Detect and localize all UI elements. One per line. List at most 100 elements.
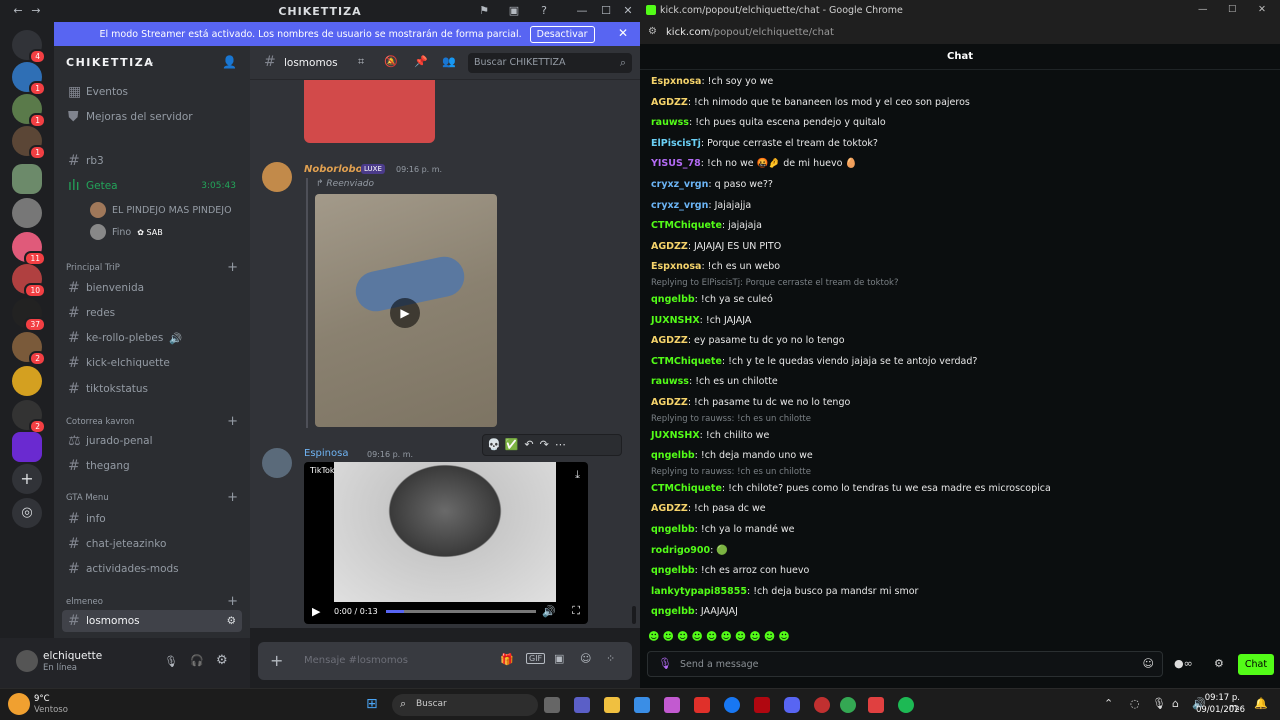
wifi-icon[interactable]: ◌ [1130, 697, 1140, 710]
chat-username[interactable]: CTMChiquete [651, 483, 722, 494]
minimize-icon[interactable]: — [1198, 4, 1208, 15]
site-info-icon[interactable]: ⚙ [648, 26, 657, 37]
explore-icon[interactable]: ◎ [12, 498, 42, 528]
add-channel-icon[interactable]: + [227, 594, 238, 609]
chat-username[interactable]: cryxz_vrgn [651, 179, 708, 190]
server-icon[interactable]: 2 [12, 332, 46, 366]
server-icon[interactable]: 1 [12, 94, 46, 128]
avatar[interactable] [262, 162, 292, 192]
voice-user[interactable]: EL PINDEJO MAS PINDEJO [84, 199, 242, 221]
reaction-icon[interactable]: 💀 [487, 438, 501, 451]
server-icon[interactable] [12, 366, 42, 396]
server-icon[interactable]: 1 [12, 62, 46, 96]
channel-chat-jeteazinko[interactable]: # chat-jeteazinko [62, 533, 242, 555]
windows-start-icon[interactable]: ⊞ [366, 696, 378, 712]
server-icon[interactable]: 10 [12, 264, 46, 298]
forward-icon[interactable]: ↷ [540, 438, 549, 451]
reply-context[interactable]: Replying to rauwss: !ch es un chilotte [651, 467, 811, 477]
category-label[interactable]: GTA Menu [66, 493, 109, 503]
screen-icon[interactable]: ▣ [506, 3, 522, 19]
members-icon[interactable]: 👥 [442, 55, 456, 68]
add-channel-icon[interactable]: + [227, 260, 238, 275]
disable-streamer-button[interactable]: Desactivar [529, 25, 595, 43]
file-explorer-icon[interactable] [604, 697, 620, 713]
channel-thegang[interactable]: # thegang [62, 455, 242, 477]
channel-bienvenida[interactable]: # bienvenida [62, 277, 242, 299]
weather-icon[interactable] [8, 693, 30, 715]
chat-username[interactable]: qngelbb [651, 524, 695, 535]
search-input[interactable]: Buscar CHIKETTIZA ⌕ [468, 53, 632, 73]
discord-home-icon[interactable]: 4 [12, 30, 46, 64]
microphone-icon[interactable]: 🎙 [1152, 697, 1166, 710]
message-author[interactable]: Espinosa [304, 448, 348, 459]
microphone-icon[interactable]: 🎙 [164, 655, 178, 668]
reply-context[interactable]: Replying to rauwss: !ch es un chilotte [651, 414, 811, 424]
taskbar-search[interactable]: ⌕ Buscar [392, 694, 538, 716]
fullscreen-icon[interactable]: ⛶ [572, 604, 580, 618]
channel-rb3[interactable]: # rb3 [62, 150, 242, 172]
chat-username[interactable]: AGDZZ [651, 97, 688, 108]
add-member-icon[interactable]: 👤 [222, 55, 237, 69]
close-icon[interactable]: ✕ [618, 26, 628, 40]
channel-losmomos-active[interactable]: # losmomos ⚙ [62, 610, 242, 632]
avatar[interactable] [262, 448, 292, 478]
chat-username[interactable]: Espxnosa [651, 261, 701, 272]
chat-username[interactable]: Espxnosa [651, 76, 701, 87]
chat-username[interactable]: AGDZZ [651, 397, 688, 408]
copilot-icon[interactable] [664, 697, 680, 713]
message-composer[interactable]: + Mensaje #losmomos 🎁 GIF ▣ ☺ ⁘ [258, 642, 632, 680]
chat-username[interactable]: qngelbb [651, 450, 695, 461]
voice-user[interactable]: Fino ✿ SAB [84, 221, 242, 243]
server-icon[interactable]: 37 [12, 298, 46, 332]
chat-username[interactable]: cryxz_vrgn [651, 200, 708, 211]
help-icon[interactable]: ? [536, 3, 552, 19]
channel-redes[interactable]: # redes [62, 302, 242, 324]
events-item[interactable]: ▦ Eventos [62, 81, 242, 103]
add-channel-icon[interactable]: + [227, 490, 238, 505]
emoji-icon[interactable]: ☺ [1143, 657, 1154, 670]
gift-icon[interactable]: 🎁 [500, 653, 514, 666]
settings-icon[interactable]: ⚙ [216, 653, 228, 668]
chat-username[interactable]: qngelbb [651, 606, 695, 617]
address-bar[interactable]: ⚙ kick.com/popout/elchiquette/chat [640, 22, 1280, 44]
pin-icon[interactable]: 📌 [414, 55, 428, 68]
spotify-icon[interactable] [898, 697, 914, 713]
settings-icon[interactable]: ⚙ [1214, 657, 1224, 670]
close-window-icon[interactable]: ✕ [1258, 4, 1266, 15]
discord-taskbar-icon[interactable] [784, 697, 800, 713]
voice-channel-getea[interactable]: ılı Getea 3:05:43 [62, 175, 242, 197]
chat-username[interactable]: rodrigo900 [651, 545, 710, 556]
sticker-icon[interactable]: ▣ [554, 652, 564, 665]
inbox-icon[interactable]: ⚑ [476, 3, 492, 19]
volume-icon[interactable]: 🔊 [542, 605, 556, 618]
channel-info[interactable]: # info [62, 508, 242, 530]
headphones-icon[interactable]: 🎧 [190, 654, 204, 667]
clock-date[interactable]: 09/01/2026 [1196, 705, 1245, 715]
reply-context[interactable]: Replying to ElPiscisTj: Porque cerraste … [651, 278, 899, 288]
notification-bell-icon[interactable]: 🔔 [1254, 697, 1268, 710]
threads-icon[interactable]: ⌗ [358, 55, 364, 69]
check-icon[interactable]: ✅ [505, 438, 519, 451]
category-label[interactable]: Principal TriP [66, 263, 120, 273]
maximize-icon[interactable]: ☐ [1228, 4, 1237, 15]
username[interactable]: elchiquette [43, 650, 102, 662]
facebook-icon[interactable] [724, 697, 740, 713]
chat-username[interactable]: rauwss [651, 376, 689, 387]
maximize-icon[interactable]: ☐ [598, 3, 614, 19]
add-server-icon[interactable]: + [12, 464, 42, 494]
chat-username[interactable]: AGDZZ [651, 503, 688, 514]
emote-bar[interactable]: ☻☻☻☻☻☻☻☻☻☻ [648, 630, 848, 644]
emoji-icon[interactable]: ☺ [580, 652, 591, 665]
app-icon[interactable] [868, 697, 884, 713]
store-icon[interactable] [634, 697, 650, 713]
send-chat-button[interactable]: Chat [1238, 654, 1274, 675]
server-icon[interactable]: 1 [12, 126, 46, 160]
app-icon[interactable] [814, 697, 830, 713]
scrollbar[interactable] [632, 606, 636, 624]
channel-actividades-mods[interactable]: # actividades-mods [62, 558, 242, 580]
video-attachment[interactable]: ▶ [315, 194, 497, 427]
chat-username[interactable]: CTMChiquete [651, 356, 722, 367]
boost-item[interactable]: ⛊ Mejoras del servidor [62, 106, 242, 128]
chrome-icon[interactable] [840, 697, 856, 713]
server-icon[interactable] [12, 432, 42, 462]
